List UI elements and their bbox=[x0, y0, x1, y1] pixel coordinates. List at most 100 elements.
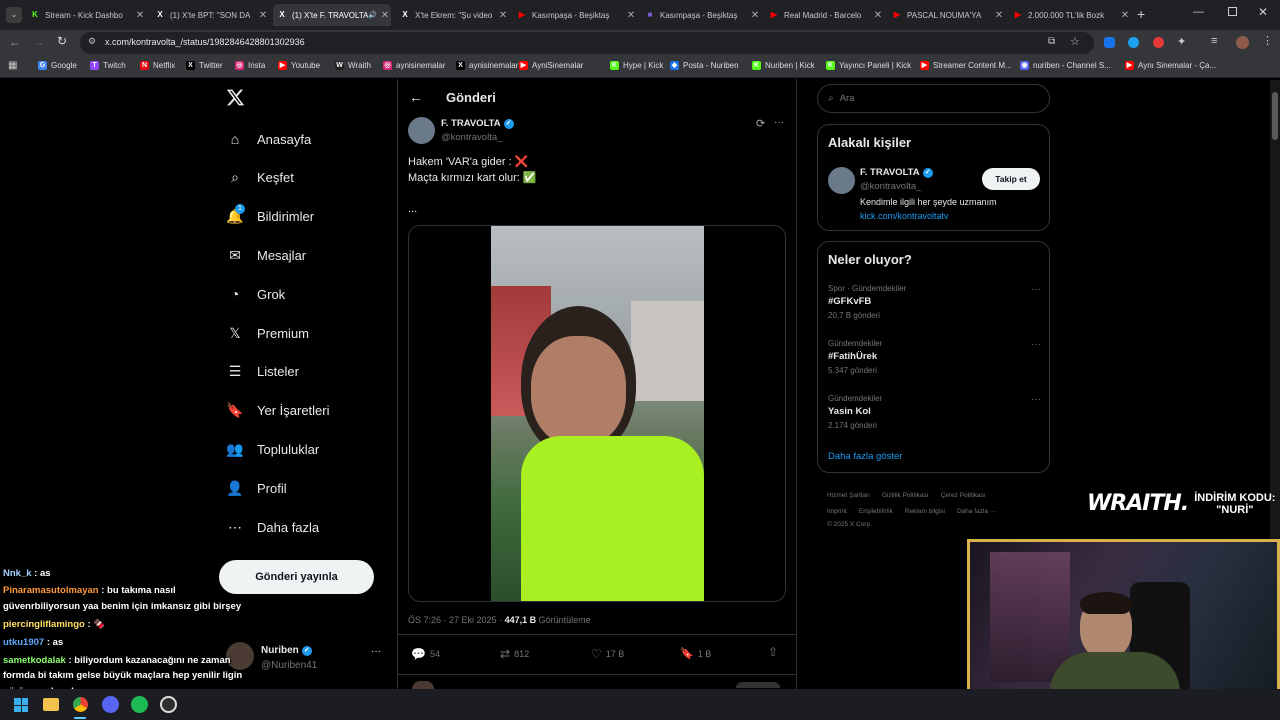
related-handle[interactable]: @kontravolta_ bbox=[860, 181, 921, 192]
tab-close-icon[interactable]: ✕ bbox=[625, 10, 637, 21]
install-app-icon[interactable]: ⧉ bbox=[1048, 36, 1055, 47]
bookmark-item[interactable]: ▶ AyniSinemalar bbox=[519, 61, 583, 70]
bookmark-item[interactable]: T Twitch bbox=[90, 61, 126, 70]
browser-tab[interactable]: X (1) X'te F. TRAVOLTA 🔊 ✕ bbox=[273, 4, 391, 26]
bookmark-item[interactable]: G Google bbox=[38, 61, 77, 70]
footer-link[interactable]: Çerez Politikası bbox=[941, 492, 986, 499]
browser-tab[interactable]: ▶ PASCAL NOUMA'YA ✕ bbox=[888, 4, 1005, 26]
bookmark-item[interactable]: ▶ Aynı Sinemalar - Ça... bbox=[1125, 61, 1216, 70]
more-dots-icon[interactable]: ··· bbox=[774, 117, 784, 128]
tab-close-icon[interactable]: ✕ bbox=[872, 10, 884, 21]
more-dots-icon[interactable]: ··· bbox=[371, 646, 381, 657]
extension-icon[interactable] bbox=[1153, 37, 1164, 48]
footer-link[interactable]: Gizlilik Politikası bbox=[882, 492, 929, 499]
browser-menu-icon[interactable]: ⋮ bbox=[1262, 34, 1273, 47]
scrollbar-thumb[interactable] bbox=[1272, 92, 1278, 140]
more-dots-icon[interactable]: ··· bbox=[1031, 394, 1041, 405]
like-button[interactable]: ♡ 17 B bbox=[591, 647, 624, 661]
address-bar[interactable]: ⚙ x.com/kontravolta_/status/198284642880… bbox=[80, 32, 1094, 54]
nav-item-bildirimler[interactable]: 🔔 1 Bildirimler bbox=[226, 203, 314, 226]
bookmark-item[interactable]: ◎ aynisinemalar bbox=[383, 61, 445, 70]
bookmark-button[interactable]: 🔖 1 B bbox=[680, 647, 711, 660]
back-icon[interactable]: ← bbox=[9, 35, 21, 49]
post-button[interactable]: Gönderi yayınla bbox=[219, 560, 374, 594]
nav-item-profil[interactable]: 👤 Profil bbox=[226, 479, 286, 497]
nav-item-keşfet[interactable]: ⌕ Keşfet bbox=[226, 169, 294, 187]
nav-item-topluluklar[interactable]: 👥 Topluluklar bbox=[226, 440, 319, 458]
more-dots-icon[interactable]: ··· bbox=[1031, 284, 1041, 295]
author-avatar[interactable] bbox=[408, 117, 435, 144]
nav-item-daha-fazla[interactable]: ⋯ Daha fazla bbox=[226, 518, 319, 536]
tab-close-icon[interactable]: ✕ bbox=[134, 10, 146, 21]
author-name[interactable]: F. TRAVOLTA bbox=[441, 118, 501, 129]
nav-item-listeler[interactable]: ☰ Listeler bbox=[226, 363, 299, 381]
discord-icon[interactable] bbox=[102, 696, 119, 713]
reply-submit-button[interactable] bbox=[736, 682, 780, 688]
apps-grid-icon[interactable]: ▦ bbox=[8, 60, 17, 71]
browser-tab[interactable]: X X'te Ekrem: "Şu video ✕ bbox=[396, 4, 509, 26]
bookmark-item[interactable]: Xaynisinemalar bbox=[456, 61, 518, 70]
forward-icon[interactable]: → bbox=[33, 35, 45, 49]
windows-start-icon[interactable] bbox=[14, 698, 28, 712]
browser-tab[interactable]: ▶ 2.000.000 TL'lik Bozk ✕ bbox=[1009, 4, 1131, 26]
account-switcher[interactable]: Nuriben ✓ @Nuriben41 ··· bbox=[223, 640, 388, 680]
bookmark-item[interactable]: ▶ Streamer Content M... bbox=[920, 61, 1012, 70]
reply-button[interactable]: 💬 54 bbox=[411, 647, 440, 661]
new-tab-button[interactable]: + bbox=[1137, 6, 1145, 22]
bookmark-item[interactable]: N Netflix bbox=[140, 61, 175, 70]
star-icon[interactable]: ☆ bbox=[1070, 35, 1080, 48]
footer-link[interactable]: Reklam bilgisi bbox=[905, 508, 945, 515]
tab-close-icon[interactable]: ✕ bbox=[379, 10, 391, 21]
post-timestamp[interactable]: ÖS 7:26 · 27 Eki 2025 · bbox=[408, 615, 505, 625]
minimize-button[interactable]: — bbox=[1193, 6, 1204, 18]
obs-icon[interactable] bbox=[160, 696, 177, 713]
nav-item-grok[interactable]: ◔ Grok bbox=[226, 285, 285, 303]
browser-tab[interactable]: ■ Kasımpaşa - Beşiktaş ✕ bbox=[641, 4, 761, 26]
browser-tab[interactable]: ▶ Real Madrid - Barcelo ✕ bbox=[765, 4, 884, 26]
bookmark-item[interactable]: K Nuriben | Kick bbox=[752, 61, 815, 70]
close-window-button[interactable]: ✕ bbox=[1258, 5, 1268, 19]
extension-icon[interactable] bbox=[1104, 37, 1115, 48]
video-player[interactable] bbox=[408, 225, 786, 602]
tab-close-icon[interactable]: ✕ bbox=[1119, 10, 1131, 21]
nav-item-premium[interactable]: 𝕏 Premium bbox=[226, 324, 309, 342]
x-logo-icon[interactable] bbox=[226, 88, 245, 112]
bookmark-item[interactable]: ▶ Youtube bbox=[278, 61, 320, 70]
trend-item[interactable]: Spor · Gündemdekiler #GFKvFB 20,7 B gönder… bbox=[828, 284, 1041, 329]
audio-playing-icon[interactable]: 🔊 bbox=[368, 11, 377, 19]
profile-avatar[interactable] bbox=[1236, 36, 1249, 49]
bookmark-item[interactable]: X Twitter bbox=[186, 61, 223, 70]
extension-icon[interactable] bbox=[1128, 37, 1139, 48]
back-arrow-icon[interactable]: ← bbox=[409, 89, 423, 105]
footer-link[interactable]: Imprint bbox=[827, 508, 847, 515]
trend-item[interactable]: Gündemdekiler Yasin Kol 2.174 gönderi ··· bbox=[828, 394, 1041, 439]
bookmark-item[interactable]: ◎ Insta bbox=[235, 61, 265, 70]
tab-close-icon[interactable]: ✕ bbox=[497, 10, 509, 21]
share-icon[interactable]: ⇧ bbox=[768, 645, 778, 659]
browser-tab[interactable]: K Stream - Kick Dashbo ✕ bbox=[26, 4, 146, 26]
author-handle[interactable]: @kontravolta_ bbox=[441, 132, 502, 143]
search-input[interactable]: ⌕ Ara bbox=[817, 84, 1050, 113]
tab-close-icon[interactable]: ✕ bbox=[749, 10, 761, 21]
bookmark-item[interactable]: K Hype | Kick bbox=[610, 61, 663, 70]
tab-search-button[interactable]: ⌄ bbox=[6, 7, 22, 23]
nav-item-mesajlar[interactable]: ✉ Mesajlar bbox=[226, 246, 306, 264]
spotify-icon[interactable] bbox=[131, 696, 148, 713]
bookmark-item[interactable]: K Yayıncı Paneli | Kick bbox=[826, 61, 911, 70]
chrome-icon[interactable] bbox=[72, 696, 89, 713]
media-control-icon[interactable]: ≡ bbox=[1211, 35, 1217, 47]
repost-button[interactable]: ⇄ 812 bbox=[500, 647, 529, 661]
site-info-icon[interactable]: ⚙ bbox=[88, 36, 96, 47]
bookmark-item[interactable]: ◉ nuriben - Channel S... bbox=[1020, 61, 1111, 70]
footer-link[interactable]: Erişilebilirlik bbox=[859, 508, 893, 515]
extensions-puzzle-icon[interactable]: ✦ bbox=[1177, 35, 1186, 48]
related-link[interactable]: kick.com/kontravoltatv bbox=[860, 211, 949, 221]
reload-icon[interactable]: ↻ bbox=[57, 34, 67, 48]
bookmark-item[interactable]: W Wraith bbox=[335, 61, 371, 70]
tab-close-icon[interactable]: ✕ bbox=[993, 10, 1005, 21]
browser-tab[interactable]: X (1) X'te BPT: "SON DA ✕ bbox=[151, 4, 269, 26]
bookmark-item[interactable]: ◆ Posta - Nuriben bbox=[670, 61, 739, 70]
more-dots-icon[interactable]: ··· bbox=[1031, 339, 1041, 350]
footer-link[interactable]: Hizmet Şartları bbox=[827, 492, 870, 499]
related-name[interactable]: F. TRAVOLTA bbox=[860, 167, 920, 178]
